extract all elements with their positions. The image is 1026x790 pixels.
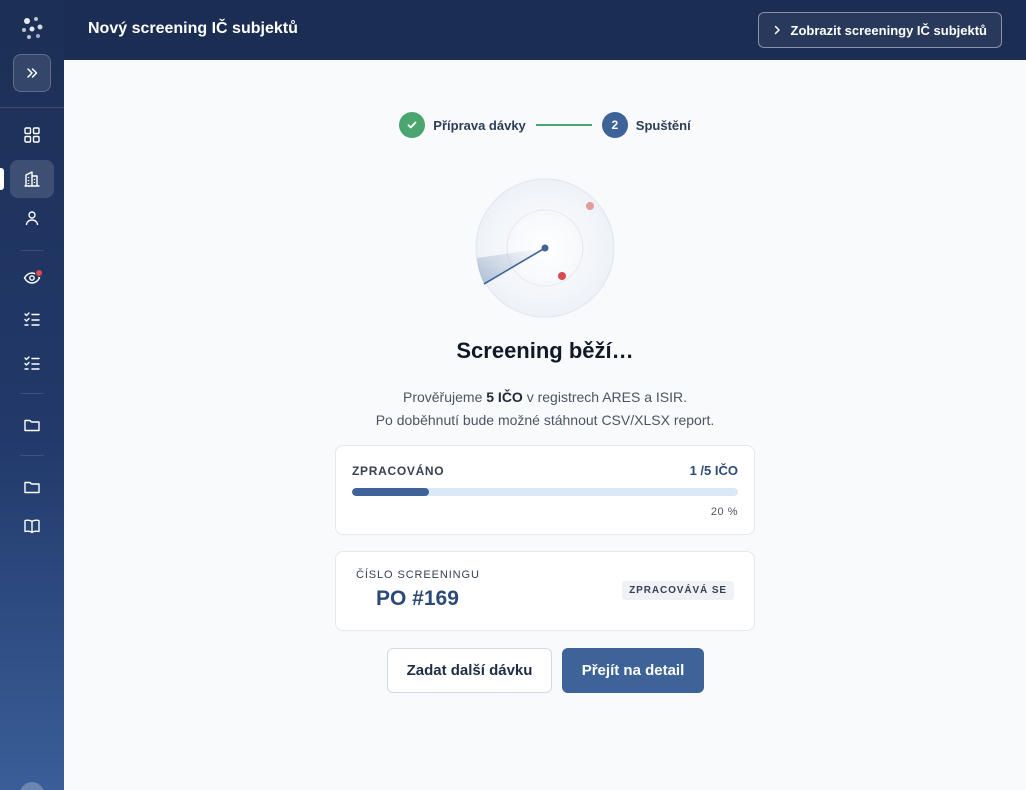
buildings-icon	[24, 171, 40, 187]
step-connector	[535, 124, 592, 126]
sidebar-divider	[0, 107, 64, 108]
screening-number: PO #169	[376, 587, 459, 610]
app-logo-icon[interactable]	[18, 14, 46, 42]
view-screenings-button[interactable]: Zobrazit screeningy IČ subjektů	[757, 12, 1002, 48]
step-2-label: Spuštění	[635, 117, 691, 133]
check-icon	[407, 121, 417, 129]
checklist-icon	[24, 312, 40, 326]
status-line-2: Po doběhnutí bude možné stáhnout CSV/XLS…	[375, 412, 715, 428]
sidebar-item-tasks[interactable]	[10, 300, 54, 338]
sidebar-item-checks[interactable]	[10, 344, 54, 382]
ico-count: 5 IČO	[486, 389, 523, 405]
new-batch-button[interactable]: Zadat další dávku	[387, 648, 552, 693]
status-description: Prověřujeme 5 IČO v registrech ARES a IS…	[64, 386, 1026, 432]
sidebar-item-documents[interactable]	[10, 468, 54, 506]
folder-icon	[24, 419, 40, 432]
stepper: Příprava dávky 2 Spuštění	[64, 112, 1026, 138]
go-to-detail-button[interactable]: Přejít na detail	[562, 648, 704, 693]
checklist-icon	[24, 356, 40, 370]
screening-id-card: ČÍSLO SCREENINGU PO #169 ZPRACOVÁVÁ SE	[335, 551, 755, 631]
chevron-right-icon	[774, 25, 780, 35]
sidebar-item-guide[interactable]	[10, 507, 54, 545]
sidebar-item-companies[interactable]	[10, 160, 54, 198]
sidebar-divider	[20, 250, 44, 251]
view-screenings-label: Zobrazit screeningy IČ subjektů	[790, 22, 988, 38]
step-2-indicator: 2	[601, 112, 628, 138]
dashboard-icon	[24, 127, 40, 143]
sidebar-divider	[20, 393, 44, 394]
step-1-label: Příprava dávky	[433, 117, 526, 133]
sidebar-active-indicator	[0, 168, 4, 190]
status-line-1: Prověřujeme 5 IČO v registrech ARES a IS…	[402, 389, 687, 405]
sidebar-divider	[20, 455, 44, 456]
top-header: Nový screening IČ subjektů Zobrazit scre…	[64, 0, 1026, 60]
chevrons-right-icon	[27, 68, 38, 78]
status-badge: ZPRACOVÁVÁ SE	[622, 581, 734, 600]
sidebar-item-persons[interactable]	[10, 199, 54, 237]
sidebar-item-dashboard[interactable]	[10, 116, 54, 154]
screening-number-label: ČÍSLO SCREENINGU	[356, 569, 480, 581]
radar-animation	[475, 178, 615, 318]
progress-card: ZPRACOVÁNO 1 /5 IČO 20 %	[335, 445, 755, 535]
status-title: Screening běží…	[456, 338, 634, 363]
main-content: Příprava dávky 2 Spuštění Screening běží…	[64, 60, 1026, 790]
folder-icon	[24, 481, 40, 494]
step-1-done-indicator	[399, 112, 426, 138]
notification-badge	[35, 269, 43, 277]
book-icon	[24, 519, 40, 534]
user-icon	[25, 211, 39, 226]
avatar[interactable]	[20, 782, 44, 790]
sidebar-expand-button[interactable]	[13, 54, 51, 92]
progress-bar-fill	[352, 488, 430, 496]
page-title: Nový screening IČ subjektů	[88, 20, 298, 37]
progress-label: ZPRACOVÁNO	[352, 464, 445, 478]
progress-count: 1 /5 IČO	[689, 463, 738, 478]
progress-bar	[352, 488, 738, 496]
progress-percent: 20 %	[710, 506, 738, 518]
sidebar	[0, 0, 64, 790]
sidebar-item-folder[interactable]	[10, 406, 54, 444]
sidebar-item-monitoring[interactable]	[10, 259, 54, 297]
